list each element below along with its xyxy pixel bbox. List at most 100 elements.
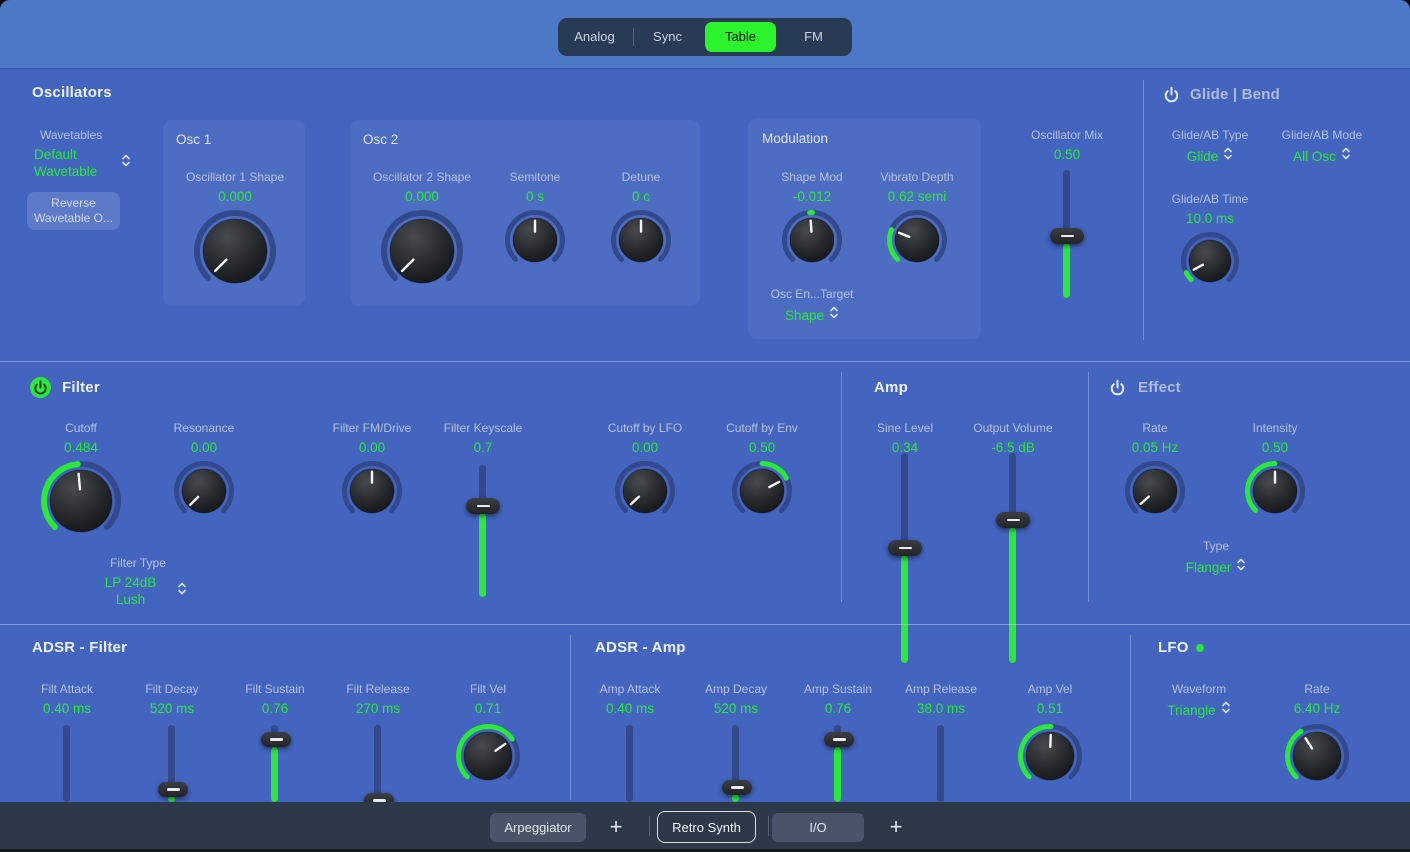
wavetables-value[interactable]: Default Wavetable (34, 146, 116, 180)
tab-sync[interactable]: Sync (632, 22, 703, 52)
semitone-knob[interactable] (504, 209, 566, 271)
filter-fm-drive-knob[interactable] (341, 460, 403, 522)
semitone-value[interactable]: 0 s (526, 188, 544, 205)
osc2-shape-knob[interactable] (380, 209, 464, 293)
cutoff-by-env-value[interactable]: 0.50 (749, 439, 775, 456)
footer-divider (649, 816, 650, 836)
glide-mode-value[interactable]: All Osc (1293, 148, 1336, 165)
glide-type-dropdown[interactable]: Glide (1187, 146, 1234, 166)
lfo-rate-value[interactable]: 6.40 Hz (1294, 700, 1341, 717)
lfo-title: LFO (1158, 639, 1189, 656)
glide-time-knob[interactable] (1180, 231, 1240, 291)
filt-decay-value[interactable]: 520 ms (150, 700, 194, 717)
filt-attack-value[interactable]: 0.40 ms (43, 700, 91, 717)
shape-mod-value[interactable]: -0.012 (793, 188, 831, 205)
arpeggiator-button[interactable]: Arpeggiator (490, 813, 586, 842)
filter-keyscale-control: Filter Keyscale 0.7 (433, 421, 533, 456)
effect-rate-value[interactable]: 0.05 Hz (1132, 439, 1179, 456)
amp-vel-value[interactable]: 0.51 (1037, 700, 1063, 717)
shape-mod-knob[interactable] (781, 209, 843, 271)
effect-rate-knob[interactable] (1124, 460, 1186, 522)
filter-keyscale-value[interactable]: 0.7 (474, 439, 493, 456)
cutoff-value[interactable]: 0.484 (64, 439, 98, 456)
wavetables-dropdown[interactable]: Default Wavetable (34, 146, 131, 180)
tab-analog[interactable]: Analog (559, 22, 630, 52)
amp-sustain-slider-handle[interactable] (824, 732, 854, 747)
reverse-wavetable-button[interactable]: Reverse Wavetable O... (27, 192, 120, 230)
tab-table[interactable]: Table (705, 22, 776, 52)
amp-decay-value[interactable]: 520 ms (714, 700, 758, 717)
filt-attack-slider-track[interactable] (63, 725, 70, 802)
cutoff-by-env-knob[interactable] (731, 460, 793, 522)
osc-env-target-value[interactable]: Shape (785, 307, 824, 324)
amp-vel-knob[interactable] (1017, 723, 1083, 789)
effect-intensity-knob[interactable] (1244, 460, 1306, 522)
filter-power-button[interactable] (29, 376, 52, 404)
osc1-shape-value[interactable]: 0.000 (218, 188, 252, 205)
osc2-shape-value[interactable]: 0.000 (405, 188, 439, 205)
amp-decay-slider-fill (732, 794, 739, 802)
amp-release-value[interactable]: 38.0 ms (917, 700, 965, 717)
vibrato-depth-value[interactable]: 0.62 semi (888, 188, 947, 205)
retro-synth-button[interactable]: Retro Synth (657, 811, 756, 843)
sine-level-slider-handle[interactable] (888, 540, 922, 556)
effect-type-value[interactable]: Flanger (1186, 559, 1232, 576)
amp-decay-label: Amp Decay (705, 682, 767, 697)
cutoff-by-lfo-knob[interactable] (614, 460, 676, 522)
filter-type-dropdown[interactable]: LP 24dB Lush (90, 574, 187, 608)
filt-release-slider-track[interactable] (374, 725, 381, 802)
amp-title: Amp (874, 379, 908, 396)
glide-power-button[interactable] (1162, 85, 1181, 109)
effect-type-dropdown[interactable]: Flanger (1186, 557, 1247, 577)
filter-keyscale-slider-handle[interactable] (466, 498, 500, 514)
cutoff-knob[interactable] (40, 460, 122, 542)
resonance-value[interactable]: 0.00 (191, 439, 217, 456)
effect-intensity-label: Intensity (1253, 421, 1298, 436)
lfo-rate-label: Rate (1304, 682, 1329, 697)
filt-sustain-slider-handle[interactable] (261, 732, 291, 747)
filter-type-value[interactable]: LP 24dB Lush (90, 574, 172, 608)
filt-vel-value[interactable]: 0.71 (475, 700, 501, 717)
amp-vel-label: Amp Vel (1028, 682, 1073, 697)
osc-env-target-control: Osc En...Target Shape (754, 287, 870, 325)
tab-fm[interactable]: FM (778, 22, 849, 52)
io-button[interactable]: I/O (772, 813, 864, 842)
lfo-waveform-value[interactable]: Triangle (1167, 702, 1215, 719)
output-volume-slider-handle[interactable] (996, 512, 1030, 528)
filter-fm-drive-control: Filter FM/Drive 0.00 (312, 421, 432, 522)
lfo-waveform-dropdown[interactable]: Triangle (1167, 700, 1230, 720)
filt-vel-knob[interactable] (455, 723, 521, 789)
vibrato-depth-knob[interactable] (886, 209, 948, 271)
oscillator-mix-slider-handle[interactable] (1050, 228, 1084, 244)
effect-power-button[interactable] (1108, 378, 1127, 402)
osc1-shape-knob[interactable] (193, 209, 277, 293)
cutoff-by-lfo-value[interactable]: 0.00 (632, 439, 658, 456)
shape-mod-control: Shape Mod -0.012 (764, 170, 860, 271)
glide-mode-dropdown[interactable]: All Osc (1293, 146, 1351, 166)
amp-release-slider-track[interactable] (937, 725, 944, 802)
filt-release-value[interactable]: 270 ms (356, 700, 400, 717)
filt-decay-slider-handle[interactable] (158, 782, 188, 797)
sine-level-label: Sine Level (877, 421, 933, 436)
resonance-knob[interactable] (173, 460, 235, 522)
chevron-updown-icon (121, 153, 131, 173)
add-plugin-button-right[interactable]: + (882, 811, 910, 843)
amp-attack-value[interactable]: 0.40 ms (606, 700, 654, 717)
amp-sustain-value[interactable]: 0.76 (825, 700, 851, 717)
detune-value[interactable]: 0 c (632, 188, 650, 205)
amp-decay-slider-handle[interactable] (722, 780, 752, 795)
add-plugin-button-left[interactable]: + (602, 811, 630, 843)
lfo-rate-knob[interactable] (1284, 723, 1350, 789)
section-divider (841, 372, 842, 602)
glide-type-value[interactable]: Glide (1187, 148, 1219, 165)
glide-time-value[interactable]: 10.0 ms (1186, 210, 1234, 227)
osc-env-target-dropdown[interactable]: Shape (785, 305, 839, 325)
plugin-footer-bar: Arpeggiator + Retro Synth I/O + (0, 802, 1410, 849)
detune-knob[interactable] (610, 209, 672, 271)
amp-attack-slider-track[interactable] (626, 725, 633, 802)
oscillator-mix-value[interactable]: 0.50 (1054, 146, 1080, 163)
semitone-label: Semitone (510, 170, 561, 185)
effect-intensity-value[interactable]: 0.50 (1262, 439, 1288, 456)
filt-sustain-value[interactable]: 0.76 (262, 700, 288, 717)
filter-fm-drive-value[interactable]: 0.00 (359, 439, 385, 456)
